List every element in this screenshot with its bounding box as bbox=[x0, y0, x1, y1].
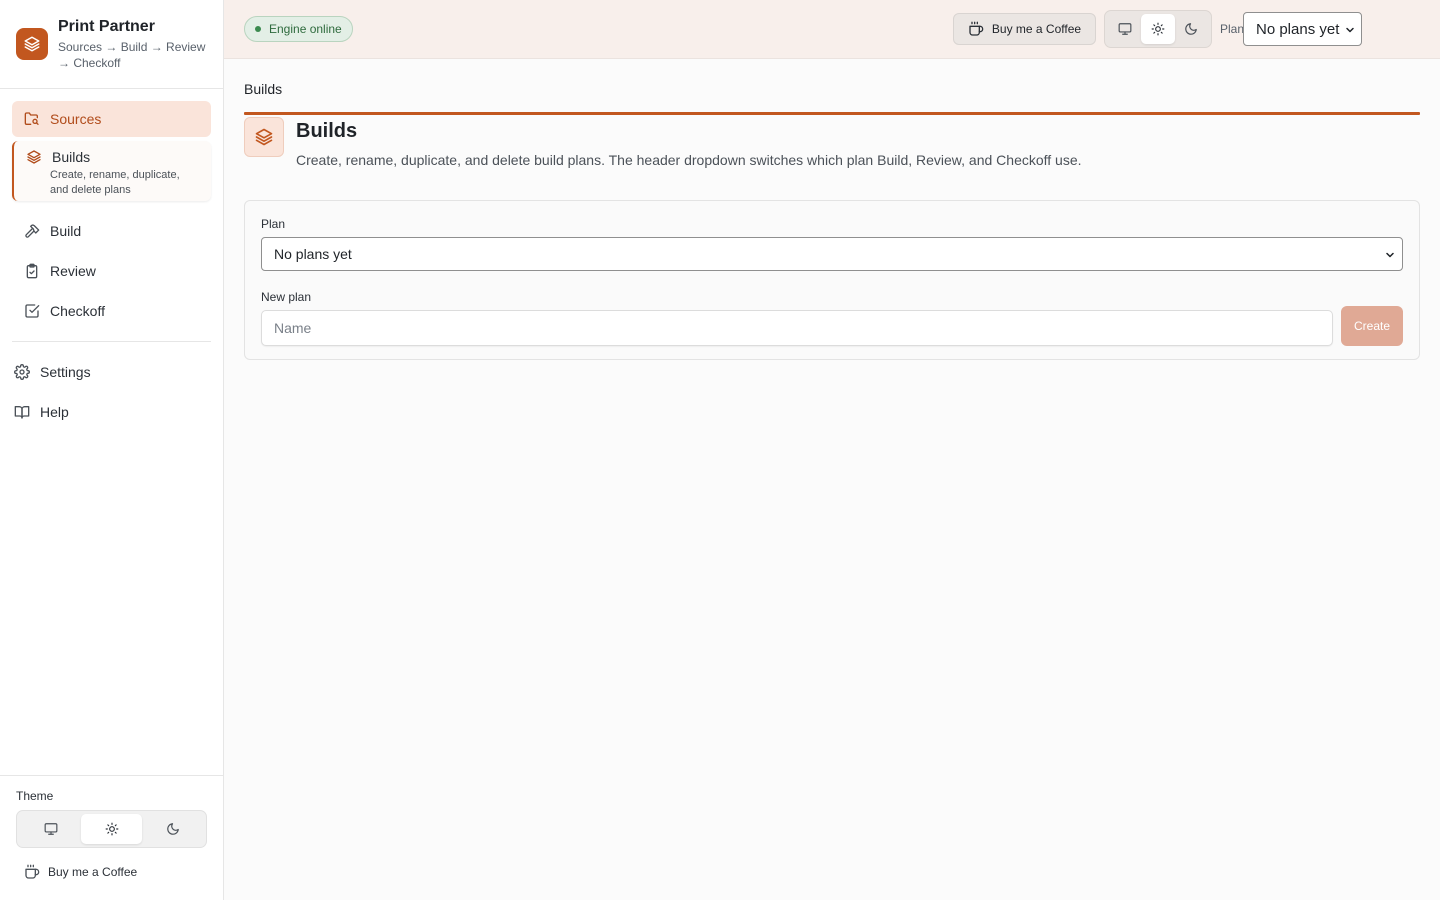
status-dot-icon bbox=[255, 26, 261, 32]
sidebar-item-settings[interactable]: Settings bbox=[0, 354, 223, 390]
sidebar-coffee-label: Buy me a Coffee bbox=[48, 865, 138, 879]
main-content: Builds Builds Create, rename, duplicate,… bbox=[244, 59, 1420, 360]
status-badge: Engine online bbox=[244, 16, 353, 42]
theme-dark-button[interactable] bbox=[142, 814, 203, 844]
sidebar-item-help[interactable]: Help bbox=[0, 394, 223, 430]
header-plan-value: No plans yet bbox=[1256, 20, 1340, 38]
theme-system-button[interactable] bbox=[20, 814, 81, 844]
sidebar-divider bbox=[12, 341, 211, 342]
sidebar-item-label: Sources bbox=[50, 111, 102, 127]
plan-select-value: No plans yet bbox=[274, 246, 352, 262]
sidebar-item-builds[interactable]: Builds Create, rename, duplicate, and de… bbox=[12, 141, 211, 201]
clipboard-check-icon bbox=[24, 263, 40, 279]
sidebar: Print Partner Sources → Build → Review →… bbox=[0, 0, 224, 900]
sidebar-item-build[interactable]: Build bbox=[12, 213, 211, 249]
sidebar-item-sources[interactable]: Sources bbox=[12, 101, 211, 137]
page-description: Create, rename, duplicate, and delete bu… bbox=[296, 152, 1082, 168]
moon-icon bbox=[166, 823, 179, 835]
coffee-icon bbox=[968, 21, 984, 37]
theme-label: Theme bbox=[16, 789, 54, 803]
sidebar-item-review[interactable]: Review bbox=[12, 253, 211, 289]
header-plan-label: Plan bbox=[1220, 22, 1245, 36]
chevron-down-icon bbox=[1384, 249, 1396, 261]
new-plan-placeholder: Name bbox=[274, 320, 312, 336]
sidebar-item-label: Review bbox=[50, 263, 96, 279]
sidebar-item-label: Checkoff bbox=[50, 303, 105, 319]
monitor-icon bbox=[44, 823, 57, 835]
new-plan-label: New plan bbox=[261, 290, 312, 304]
coffee-icon bbox=[24, 864, 40, 880]
layers-icon bbox=[244, 117, 284, 157]
create-plan-button[interactable]: Create bbox=[1341, 306, 1403, 346]
monitor-icon bbox=[1118, 23, 1132, 35]
sidebar-item-label: Builds bbox=[52, 149, 91, 165]
plan-select[interactable]: No plans yet bbox=[261, 237, 1403, 271]
layers-icon bbox=[26, 149, 42, 165]
header-theme-switcher bbox=[1104, 10, 1212, 48]
status-text: Engine online bbox=[269, 22, 342, 36]
chevron-down-icon bbox=[1344, 24, 1356, 36]
moon-icon bbox=[1185, 23, 1198, 35]
new-plan-name-input[interactable]: Name bbox=[261, 310, 1333, 346]
app-logo-icon bbox=[16, 28, 48, 60]
sidebar-secondary-nav: Settings Help bbox=[0, 354, 223, 430]
book-icon bbox=[14, 404, 30, 420]
sidebar-item-checkoff[interactable]: Checkoff bbox=[12, 293, 211, 329]
folder-search-icon bbox=[24, 111, 40, 127]
sidebar-nav: Sources Builds Create, rename, duplicate… bbox=[0, 89, 223, 329]
sun-icon bbox=[1151, 22, 1165, 36]
sidebar-item-label: Settings bbox=[40, 364, 91, 380]
breadcrumb: Builds bbox=[244, 81, 283, 97]
page-header: Builds Create, rename, duplicate, and de… bbox=[244, 115, 1420, 168]
sidebar-footer: Theme Buy me a Coffee bbox=[0, 775, 223, 900]
theme-switcher bbox=[16, 810, 207, 848]
brand: Print Partner Sources → Build → Review →… bbox=[0, 0, 223, 89]
plan-field-label: Plan bbox=[261, 217, 286, 231]
header-theme-dark-button[interactable] bbox=[1175, 14, 1208, 44]
header-theme-light-button[interactable] bbox=[1141, 14, 1175, 44]
buy-coffee-button[interactable]: Buy me a Coffee bbox=[953, 13, 1096, 45]
top-header: Engine online Buy me a Coffee Plan No pl… bbox=[224, 0, 1440, 59]
app-subtitle: Sources → Build → Review → Checkoff bbox=[58, 40, 206, 70]
gear-icon bbox=[14, 364, 30, 380]
sun-icon bbox=[105, 822, 118, 836]
buy-coffee-label: Buy me a Coffee bbox=[991, 22, 1082, 36]
plan-card: Plan No plans yet New plan Name Create bbox=[244, 200, 1420, 360]
header-theme-system-button[interactable] bbox=[1108, 14, 1141, 44]
page-title: Builds bbox=[296, 120, 358, 142]
sidebar-item-label: Build bbox=[50, 223, 82, 239]
sidebar-item-label: Help bbox=[40, 404, 69, 420]
sidebar-item-description: Create, rename, duplicate, and delete pl… bbox=[50, 169, 180, 196]
header-plan-select[interactable]: No plans yet bbox=[1243, 12, 1362, 46]
theme-light-button[interactable] bbox=[81, 814, 142, 844]
square-check-icon bbox=[24, 303, 40, 319]
app-title: Print Partner bbox=[58, 18, 155, 35]
sidebar-coffee-link[interactable]: Buy me a Coffee bbox=[16, 864, 207, 880]
hammer-icon bbox=[24, 223, 40, 239]
